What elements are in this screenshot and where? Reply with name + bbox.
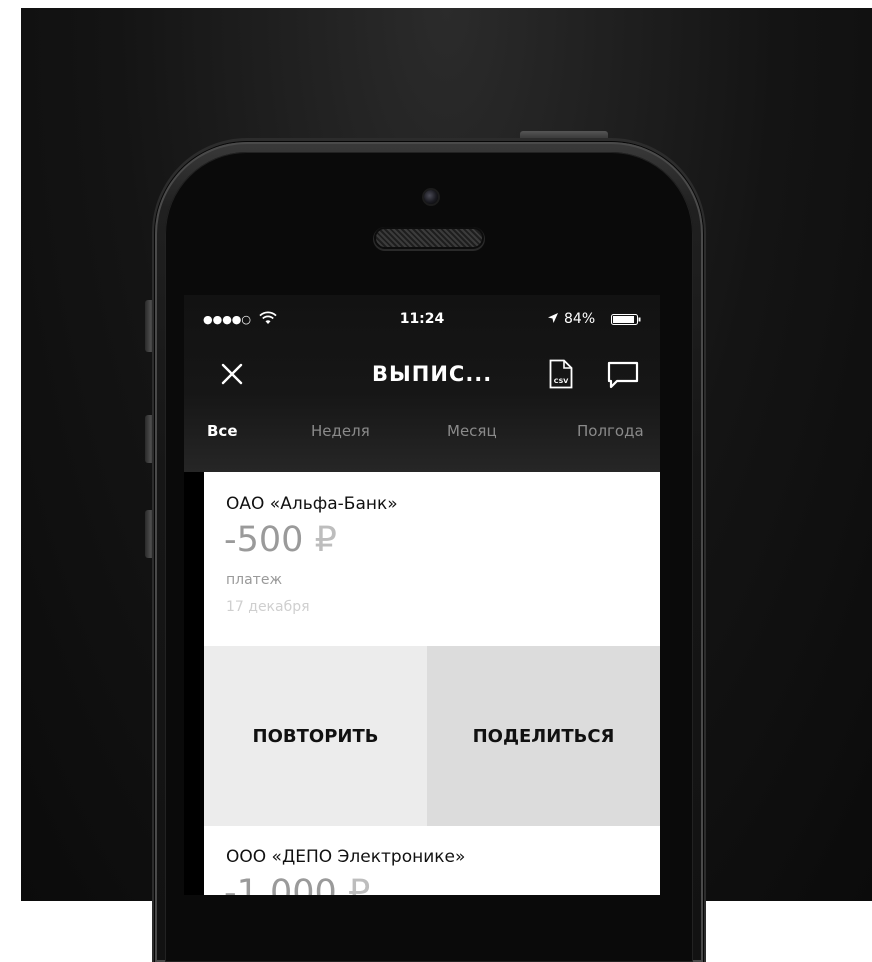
amount-value: -500 (224, 520, 304, 560)
close-icon[interactable] (221, 363, 243, 385)
transaction-type: платеж (226, 572, 283, 588)
currency-symbol: ₽ (347, 873, 371, 895)
tab-half-year[interactable]: Полгода (577, 422, 644, 440)
battery-percent: 84% (564, 311, 596, 327)
tab-all[interactable]: Все (207, 422, 238, 440)
earpiece-speaker (376, 229, 482, 247)
tab-month[interactable]: Месяц (447, 422, 497, 440)
app-header: ●●●●○ 11:24 84% ВЫПИС... CSV Все Неделя … (184, 295, 660, 472)
transaction-card[interactable]: ОАО «Альфа-Банк» -500 ₽ платеж 17 декабр… (204, 472, 660, 646)
chat-icon[interactable] (607, 361, 639, 389)
currency-symbol: ₽ (314, 520, 337, 560)
csv-label: CSV (554, 377, 569, 385)
power-button (520, 131, 608, 142)
amount-value: -1 000 (224, 873, 337, 895)
transaction-amount: -1 000 ₽ (224, 873, 370, 895)
status-bar: ●●●●○ 11:24 84% (184, 311, 660, 331)
front-camera (424, 190, 438, 204)
transaction-card[interactable]: ООО «ДЕПО Электронике» -1 000 ₽ (204, 826, 660, 895)
csv-export-icon[interactable]: CSV (549, 359, 573, 389)
transaction-payee: ОАО «Альфа-Банк» (226, 494, 398, 514)
page-title: ВЫПИС... (372, 362, 493, 386)
repeat-button[interactable]: ПОВТОРИТЬ (204, 646, 427, 826)
navigation-bar: ВЫПИС... CSV (184, 355, 660, 395)
tab-week[interactable]: Неделя (311, 422, 370, 440)
transaction-amount: -500 ₽ (224, 520, 337, 560)
transaction-date: 17 декабря (226, 599, 310, 615)
location-arrow-icon (548, 313, 558, 323)
phone-screen: ●●●●○ 11:24 84% ВЫПИС... CSV Все Неделя … (184, 295, 660, 895)
battery-icon (611, 314, 641, 325)
transaction-payee: ООО «ДЕПО Электронике» (226, 847, 466, 867)
period-tabs: Все Неделя Месяц Полгода (184, 422, 660, 446)
share-button[interactable]: ПОДЕЛИТЬСЯ (427, 646, 660, 826)
